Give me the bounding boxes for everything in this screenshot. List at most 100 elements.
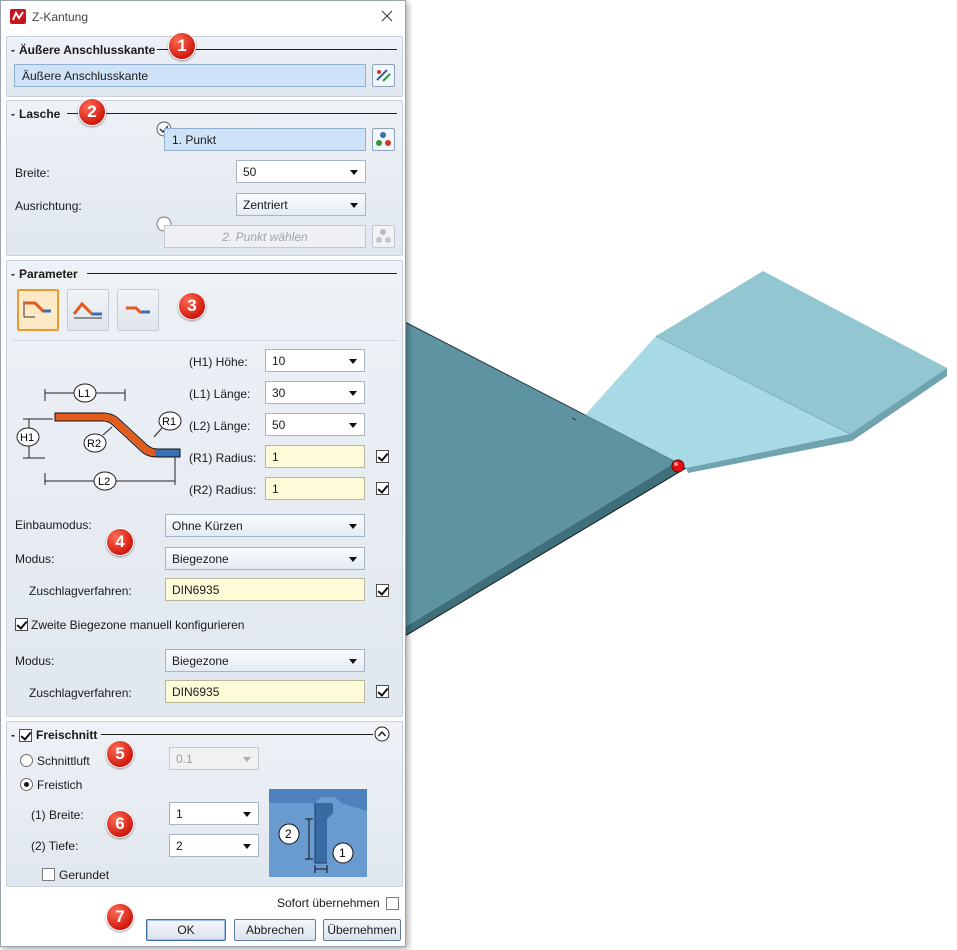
relief-depth-dropdown[interactable]: 2 xyxy=(169,834,259,857)
z-bend-diagram: L1 H1 R2 R1 L2 xyxy=(16,383,182,491)
relief-illustration: 2 1 xyxy=(269,789,367,877)
param-label-r2: (R2) Radius: xyxy=(189,483,257,497)
ok-button[interactable]: OK xyxy=(146,919,226,941)
relief-label: Freistich xyxy=(37,778,83,792)
param-checkbox-r2[interactable] xyxy=(376,482,389,495)
relief-enable-checkbox[interactable] xyxy=(19,728,32,742)
param-value-l2: 50 xyxy=(272,418,286,432)
chevron-down-icon xyxy=(349,524,357,529)
allowance2-input[interactable]: DIN6935 xyxy=(165,680,365,703)
illus-label-2: 2 xyxy=(285,827,292,841)
alignment-label: Ausrichtung: xyxy=(15,199,82,213)
param-label-h1: (H1) Höhe: xyxy=(189,355,248,369)
diagram-label-h1: H1 xyxy=(20,432,34,444)
point1-field[interactable]: 1. Punkt xyxy=(164,128,366,151)
mode-button-outer[interactable] xyxy=(17,289,59,331)
annotation-badge-3: 3 xyxy=(178,292,206,320)
parameters-separator xyxy=(13,340,397,341)
point2-field: 2. Punkt wählen xyxy=(164,225,366,248)
install-mode-dropdown[interactable]: Ohne Kürzen xyxy=(165,514,365,537)
close-icon[interactable] xyxy=(379,8,395,24)
param-checkbox-r1[interactable] xyxy=(376,450,389,463)
pick-point1-button[interactable] xyxy=(372,128,395,151)
alignment-dropdown[interactable]: Zentriert xyxy=(236,193,366,216)
install-mode-value: Ohne Kürzen xyxy=(172,519,243,533)
relief-depth-label: (2) Tiefe: xyxy=(31,839,79,853)
illus-label-1: 1 xyxy=(339,846,346,860)
pick-point-icon xyxy=(376,132,391,146)
mode2-value: Biegezone xyxy=(172,654,229,668)
chevron-down-icon xyxy=(349,659,357,664)
mode-value: Biegezone xyxy=(172,552,229,566)
param-dropdown-h1[interactable]: 10 xyxy=(265,349,365,372)
apply-immediately-checkbox[interactable] xyxy=(386,897,399,910)
mode-button-inner[interactable] xyxy=(67,289,109,331)
install-mode-label: Einbaumodus: xyxy=(15,518,92,532)
outer-edge-field[interactable]: Äußere Anschlusskante xyxy=(14,64,366,87)
rounded-label: Gerundet xyxy=(59,868,110,882)
diagram-label-r2: R2 xyxy=(87,438,101,450)
mode2-dropdown[interactable]: Biegezone xyxy=(165,649,365,672)
section-header: - Äußere Anschlusskante xyxy=(11,42,155,58)
collapse-dash[interactable]: - xyxy=(11,728,15,742)
z-kantung-dialog: Z-Kantung - Äußere Anschlusskante Äußere… xyxy=(0,0,406,947)
apply-immediately-label: Sofort übernehmen xyxy=(277,896,380,910)
allowance-input[interactable]: DIN6935 xyxy=(165,578,365,601)
collapse-dash[interactable]: - xyxy=(11,43,15,57)
clearance-dropdown: 0.1 xyxy=(169,747,259,770)
section-header: - Freischnitt xyxy=(11,727,97,743)
chevron-down-icon xyxy=(243,812,251,817)
width-value: 50 xyxy=(243,165,257,179)
apply-button[interactable]: Übernehmen xyxy=(323,919,401,941)
diagram-label-l1: L1 xyxy=(78,388,90,400)
z-bend-material-icon xyxy=(126,306,150,314)
width-label: Breite: xyxy=(15,166,50,180)
allowance-checkbox[interactable] xyxy=(376,584,389,597)
z-bend-outer-icon xyxy=(23,301,51,318)
relief-radio[interactable] xyxy=(20,778,33,791)
selected-point-marker[interactable] xyxy=(671,459,685,473)
allowance2-checkbox[interactable] xyxy=(376,685,389,698)
collapse-dash[interactable]: - xyxy=(11,267,15,281)
param-input-r2[interactable]: 1 xyxy=(265,477,365,500)
pick-point2-button xyxy=(372,225,395,248)
allowance-label: Zuschlagverfahren: xyxy=(29,584,132,598)
selected-point-highlight xyxy=(674,462,678,466)
rounded-checkbox[interactable] xyxy=(42,868,55,881)
chevron-down-icon xyxy=(350,203,358,208)
section-title-relief: Freischnitt xyxy=(36,728,98,742)
param-dropdown-l2[interactable]: 50 xyxy=(265,413,365,436)
section-outer-edge: - Äußere Anschlusskante Äußere Anschluss… xyxy=(6,36,403,97)
clearance-radio[interactable] xyxy=(20,754,33,767)
width-dropdown[interactable]: 50 xyxy=(236,160,366,183)
section-title-parameters: Parameter xyxy=(19,267,78,281)
chevron-down-icon xyxy=(349,557,357,562)
chevron-down-icon xyxy=(243,757,251,762)
pick-point-icon xyxy=(376,229,391,243)
mode-button-material[interactable] xyxy=(117,289,159,331)
section-divider xyxy=(67,113,397,114)
allowance2-label: Zuschlagverfahren: xyxy=(29,686,132,700)
collapse-dash[interactable]: - xyxy=(11,107,15,121)
annotation-badge-7: 7 xyxy=(106,903,134,931)
param-input-r1[interactable]: 1 xyxy=(265,445,365,468)
relief-width-dropdown[interactable]: 1 xyxy=(169,802,259,825)
second-zone-checkbox[interactable] xyxy=(15,618,28,631)
collapse-chevron-up-icon[interactable] xyxy=(374,726,390,742)
cancel-button[interactable]: Abbrechen xyxy=(234,919,316,941)
chevron-down-icon xyxy=(349,391,357,396)
title-bar: Z-Kantung xyxy=(1,1,405,33)
annotation-badge-6: 6 xyxy=(106,810,134,838)
mode-dropdown[interactable]: Biegezone xyxy=(165,547,365,570)
chevron-down-icon xyxy=(349,423,357,428)
relief-depth-value: 2 xyxy=(176,839,183,853)
pick-edge-button[interactable] xyxy=(372,64,395,87)
z-bend-inner-icon xyxy=(72,301,102,319)
section-parameters: - Parameter L1 H1 R2 R1 L2 (H1) Höhe: 10… xyxy=(6,260,403,717)
section-tab: - Lasche 1. Punkt Breite: 50 Ausrichtung… xyxy=(6,100,403,256)
relief-width-label: (1) Breite: xyxy=(31,808,84,822)
section-divider xyxy=(87,273,397,274)
annotation-badge-4: 4 xyxy=(106,528,134,556)
relief-width-value: 1 xyxy=(176,807,183,821)
param-dropdown-l1[interactable]: 30 xyxy=(265,381,365,404)
